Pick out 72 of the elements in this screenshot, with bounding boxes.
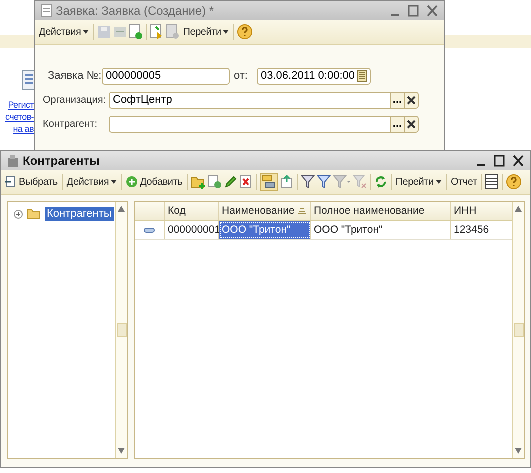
folder-icon <box>7 154 19 168</box>
table-cell[interactable]: ООО "Тритон" <box>311 221 451 239</box>
column-header[interactable]: Код <box>165 202 219 220</box>
goto-menu[interactable]: Перейти <box>394 176 443 188</box>
report-button[interactable]: Отчет <box>450 176 478 188</box>
tree-item[interactable]: Контрагенты <box>45 207 114 221</box>
date-field[interactable]: 03.06.2011 0:00:00 <box>257 68 371 84</box>
select-icon <box>5 176 17 188</box>
post-document-icon[interactable] <box>150 24 164 40</box>
hierarchy-icon[interactable] <box>260 173 278 191</box>
calendar-icon[interactable] <box>357 70 367 82</box>
scroll-down-icon[interactable] <box>515 448 522 454</box>
clear-filter-icon[interactable] <box>352 175 367 189</box>
input-field[interactable] <box>109 116 391 132</box>
folder-up-icon[interactable] <box>280 175 294 189</box>
close-icon <box>407 120 416 128</box>
actions-menu[interactable]: Действия <box>66 176 118 188</box>
column-header[interactable]: Наименование <box>219 202 311 220</box>
pencil-icon[interactable] <box>224 175 238 189</box>
column-header[interactable]: Полное наименование <box>311 202 451 220</box>
window-title: Контрагенты <box>23 154 100 168</box>
actions-menu[interactable]: Действия <box>38 26 90 38</box>
document-icon <box>22 70 36 90</box>
scrollbar[interactable] <box>512 202 524 458</box>
table-cell[interactable]: ООО "Тритон" <box>219 221 311 239</box>
new-document-icon[interactable] <box>129 24 144 40</box>
help-icon[interactable] <box>506 174 522 190</box>
link[interactable]: Регист <box>8 99 34 111</box>
input-field[interactable]: СофтЦентр <box>109 92 391 108</box>
scroll-thumb[interactable] <box>116 323 126 337</box>
add-button[interactable]: Добавить <box>125 175 184 189</box>
field-label: Организация: <box>43 94 108 106</box>
select-button[interactable]: ... <box>391 116 405 132</box>
maximize-icon[interactable] <box>494 154 505 166</box>
window-title: Заявка: Заявка (Создание) * <box>56 4 214 18</box>
plus-icon <box>126 176 138 188</box>
link[interactable]: на ав <box>13 123 34 135</box>
document-icon[interactable] <box>113 25 128 39</box>
select-button[interactable]: ... <box>391 92 405 108</box>
scroll-up-icon[interactable] <box>118 206 125 212</box>
column-header[interactable]: ИНН <box>451 202 512 220</box>
delete-icon[interactable] <box>240 175 253 189</box>
refresh-icon[interactable] <box>374 175 388 189</box>
caret-icon <box>111 180 118 184</box>
field-label: от: <box>234 70 249 82</box>
number-field[interactable]: 000000005 <box>102 68 230 84</box>
filter-icon[interactable] <box>316 175 331 189</box>
expand-icon[interactable] <box>14 210 23 218</box>
caret-icon <box>436 180 442 184</box>
table-cell[interactable]: 123456 <box>451 221 512 239</box>
folder-icon <box>27 208 41 220</box>
filter-icon[interactable] <box>300 175 315 189</box>
document-icon[interactable] <box>166 24 180 40</box>
scroll-up-icon[interactable] <box>515 206 522 212</box>
link[interactable]: счетов- <box>6 111 34 123</box>
copy-icon[interactable] <box>208 175 222 189</box>
goto-menu[interactable]: Перейти <box>182 26 230 38</box>
close-icon <box>407 96 416 104</box>
scroll-thumb[interactable] <box>514 323 524 337</box>
choose-button[interactable]: Выбрать <box>4 175 59 189</box>
new-folder-icon[interactable] <box>190 175 206 189</box>
scroll-down-icon[interactable] <box>118 448 125 454</box>
item-icon <box>144 228 155 232</box>
document-icon <box>41 4 52 17</box>
list-settings-icon[interactable] <box>485 174 500 190</box>
help-icon[interactable] <box>237 24 254 40</box>
scrollbar[interactable] <box>115 202 127 458</box>
close-icon[interactable] <box>513 154 524 166</box>
clear-button[interactable] <box>405 116 419 132</box>
field-label: Заявка №: <box>48 70 102 82</box>
field-label: Контрагент: <box>43 118 98 130</box>
clear-button[interactable] <box>405 92 419 108</box>
